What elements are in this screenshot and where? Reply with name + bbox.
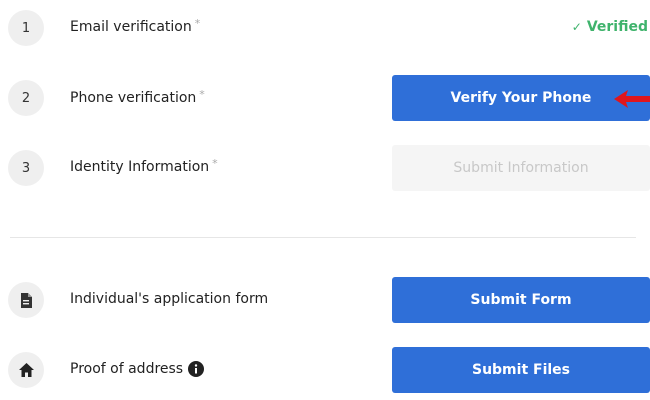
step-label: Phone verification *: [70, 87, 205, 107]
step-row-phone: 2 Phone verification * Verify Your Phone: [0, 70, 650, 130]
verified-status-text: Verified: [586, 19, 648, 35]
home-icon: [8, 352, 44, 388]
step-label-text: Phone verification: [70, 90, 197, 106]
section-divider: [10, 237, 636, 238]
step-row-identity: 3 Identity Information * Submit Informat…: [0, 140, 650, 200]
document-icon: [8, 282, 44, 318]
submit-information-button[interactable]: Submit Information: [392, 145, 650, 191]
annotation-arrow-icon: [614, 90, 650, 108]
submit-files-button[interactable]: Submit Files: [392, 347, 650, 393]
step-number: 3: [8, 150, 44, 186]
check-icon: ✓: [571, 20, 582, 34]
document-label: Individual's application form: [70, 291, 269, 307]
document-label: Proof of address: [70, 361, 205, 377]
submit-form-button[interactable]: Submit Form: [392, 277, 650, 323]
info-icon[interactable]: [188, 361, 205, 377]
document-label-text: Proof of address: [70, 361, 184, 377]
step-label: Email verification *: [70, 16, 201, 36]
document-row-application-form: Individual's application form Submit For…: [0, 270, 650, 330]
step-label: Identity Information *: [70, 156, 218, 176]
required-mark: *: [199, 87, 205, 101]
verified-status: ✓ Verified: [572, 19, 648, 35]
required-mark: *: [212, 156, 218, 170]
step-number: 2: [8, 80, 44, 116]
step-number: 1: [8, 10, 44, 46]
step-label-text: Identity Information: [70, 159, 210, 175]
document-row-proof-of-address: Proof of address Submit Files: [0, 340, 650, 400]
required-mark: *: [194, 16, 201, 30]
step-label-text: Email verification: [70, 19, 192, 35]
step-row-email: 1 Email verification * ✓ Verified: [0, 0, 650, 60]
